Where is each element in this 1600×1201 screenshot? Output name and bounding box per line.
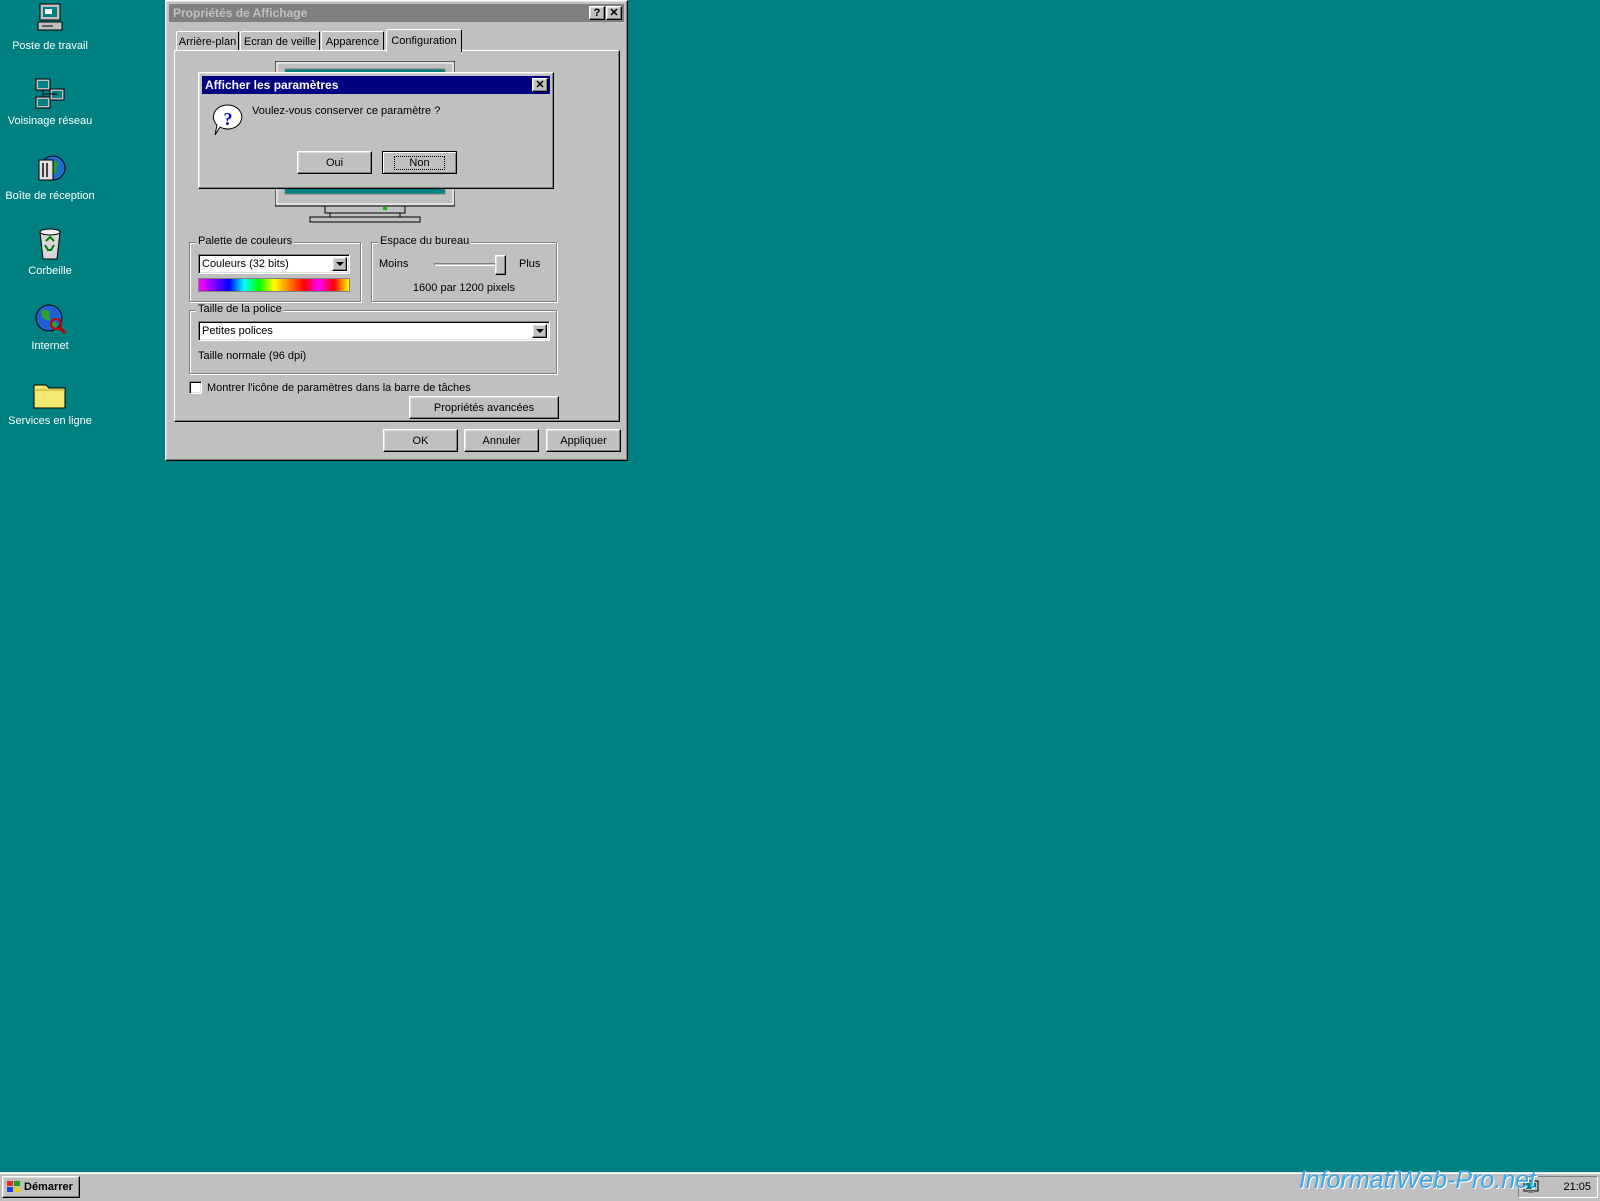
window-title: Propriétés de Affichage bbox=[173, 6, 308, 20]
inbox-icon bbox=[33, 152, 67, 186]
checkbox-box[interactable] bbox=[189, 381, 202, 394]
recycle-bin-icon bbox=[33, 227, 67, 261]
internet-icon bbox=[33, 302, 67, 336]
desktop-icon-online-services[interactable]: Services en ligne bbox=[0, 377, 100, 427]
tab-label: Apparence bbox=[325, 35, 380, 48]
tab-screensaver[interactable]: Ecran de veille bbox=[240, 31, 320, 51]
desktop-icon-internet[interactable]: Internet bbox=[0, 302, 100, 352]
dialog-message: Voulez-vous conserver ce paramètre ? bbox=[252, 105, 441, 117]
watermark: InformatiWeb-Pro.net bbox=[1298, 1166, 1536, 1194]
desktop-icon-label: Services en ligne bbox=[8, 415, 92, 427]
desktop-area-group: Espace du bureau Moins Plus 1600 par 120… bbox=[371, 235, 557, 302]
confirm-settings-dialog: Afficher les paramètres ✕ ? Voulez-vous … bbox=[198, 72, 554, 189]
slider-thumb[interactable] bbox=[495, 255, 506, 275]
tab-configuration[interactable]: Configuration bbox=[386, 29, 462, 52]
color-spectrum-bar bbox=[198, 278, 350, 292]
button-label: OK bbox=[412, 434, 429, 447]
display-properties-window: Propriétés de Affichage ? ✕ Arrière-plan… bbox=[165, 0, 628, 461]
tab-appearance[interactable]: Apparence bbox=[321, 31, 384, 51]
desktop-icon-label: Boîte de réception bbox=[5, 190, 95, 202]
slider-min-label: Moins bbox=[379, 258, 409, 270]
dialog-title: Afficher les paramètres bbox=[205, 78, 339, 92]
font-size-group: Taille de la police Petites polices Tail… bbox=[189, 303, 557, 374]
window-title-bar[interactable]: Propriétés de Affichage ? ✕ bbox=[169, 4, 624, 22]
network-neighborhood-icon bbox=[33, 77, 67, 111]
desktop-icon-label: Poste de travail bbox=[12, 40, 88, 52]
resolution-text: 1600 par 1200 pixels bbox=[412, 282, 516, 294]
tray-icon-checkbox[interactable]: Montrer l'icône de paramètres dans la ba… bbox=[189, 381, 471, 394]
chevron-down-icon[interactable] bbox=[332, 257, 347, 271]
color-depth-select[interactable]: Couleurs (32 bits) bbox=[198, 254, 350, 274]
apply-button[interactable]: Appliquer bbox=[546, 429, 621, 452]
no-button[interactable]: Non bbox=[382, 151, 457, 174]
color-palette-group: Palette de couleurs Couleurs (32 bits) bbox=[189, 235, 361, 302]
dialog-close-button[interactable]: ✕ bbox=[532, 78, 548, 92]
button-label: Oui bbox=[325, 156, 344, 169]
start-button[interactable]: Démarrer bbox=[2, 1176, 80, 1198]
desktop-icon-recycle-bin[interactable]: Corbeille bbox=[0, 227, 100, 277]
desktop-icon-inbox[interactable]: Boîte de réception bbox=[0, 152, 100, 202]
font-size-legend: Taille de la police bbox=[196, 303, 284, 315]
tab-background[interactable]: Arrière-plan bbox=[176, 31, 239, 51]
tab-label: Configuration bbox=[391, 35, 457, 47]
color-depth-value: Couleurs (32 bits) bbox=[202, 258, 289, 270]
button-label: Annuler bbox=[482, 434, 521, 447]
close-button[interactable]: ✕ bbox=[606, 6, 622, 20]
tab-label: Ecran de veille bbox=[243, 35, 317, 48]
svg-text:?: ? bbox=[224, 109, 233, 129]
tray-icon-checkbox-label: Montrer l'icône de paramètres dans la ba… bbox=[207, 381, 471, 394]
yes-button[interactable]: Oui bbox=[297, 151, 372, 174]
advanced-properties-button[interactable]: Propriétés avancées bbox=[409, 396, 559, 419]
font-size-info: Taille normale (96 dpi) bbox=[198, 350, 307, 362]
start-label: Démarrer bbox=[24, 1181, 73, 1193]
color-palette-legend: Palette de couleurs bbox=[196, 235, 295, 247]
desktop-icon-my-computer[interactable]: Poste de travail bbox=[0, 2, 100, 52]
desktop-icon-network[interactable]: Voisinage réseau bbox=[0, 77, 100, 127]
font-size-select[interactable]: Petites polices bbox=[198, 321, 550, 341]
slider-max-label: Plus bbox=[519, 258, 541, 270]
close-icon: ✕ bbox=[535, 79, 545, 91]
question-icon: ? bbox=[211, 103, 245, 137]
tab-label: Arrière-plan bbox=[178, 35, 237, 48]
cancel-button[interactable]: Annuler bbox=[464, 429, 539, 452]
help-button[interactable]: ? bbox=[589, 6, 605, 20]
desktop-area-legend: Espace du bureau bbox=[378, 235, 472, 247]
windows-logo-icon bbox=[7, 1181, 21, 1193]
button-label: Appliquer bbox=[560, 434, 607, 447]
font-size-value: Petites polices bbox=[202, 325, 273, 337]
desktop-icon-label: Voisinage réseau bbox=[7, 115, 93, 127]
resolution-slider[interactable] bbox=[434, 255, 506, 277]
button-label: Non bbox=[394, 155, 445, 170]
desktop-icon-label: Corbeille bbox=[28, 265, 72, 277]
folder-icon bbox=[33, 377, 67, 411]
chevron-down-icon[interactable] bbox=[532, 324, 547, 338]
my-computer-icon bbox=[33, 2, 67, 36]
button-label: Propriétés avancées bbox=[433, 401, 535, 414]
help-icon: ? bbox=[593, 7, 601, 19]
desktop-icon-label: Internet bbox=[31, 340, 69, 352]
close-icon: ✕ bbox=[609, 7, 619, 19]
ok-button[interactable]: OK bbox=[383, 429, 458, 452]
clock[interactable]: 21:05 bbox=[1563, 1181, 1591, 1193]
dialog-title-bar[interactable]: Afficher les paramètres ✕ bbox=[202, 76, 550, 94]
